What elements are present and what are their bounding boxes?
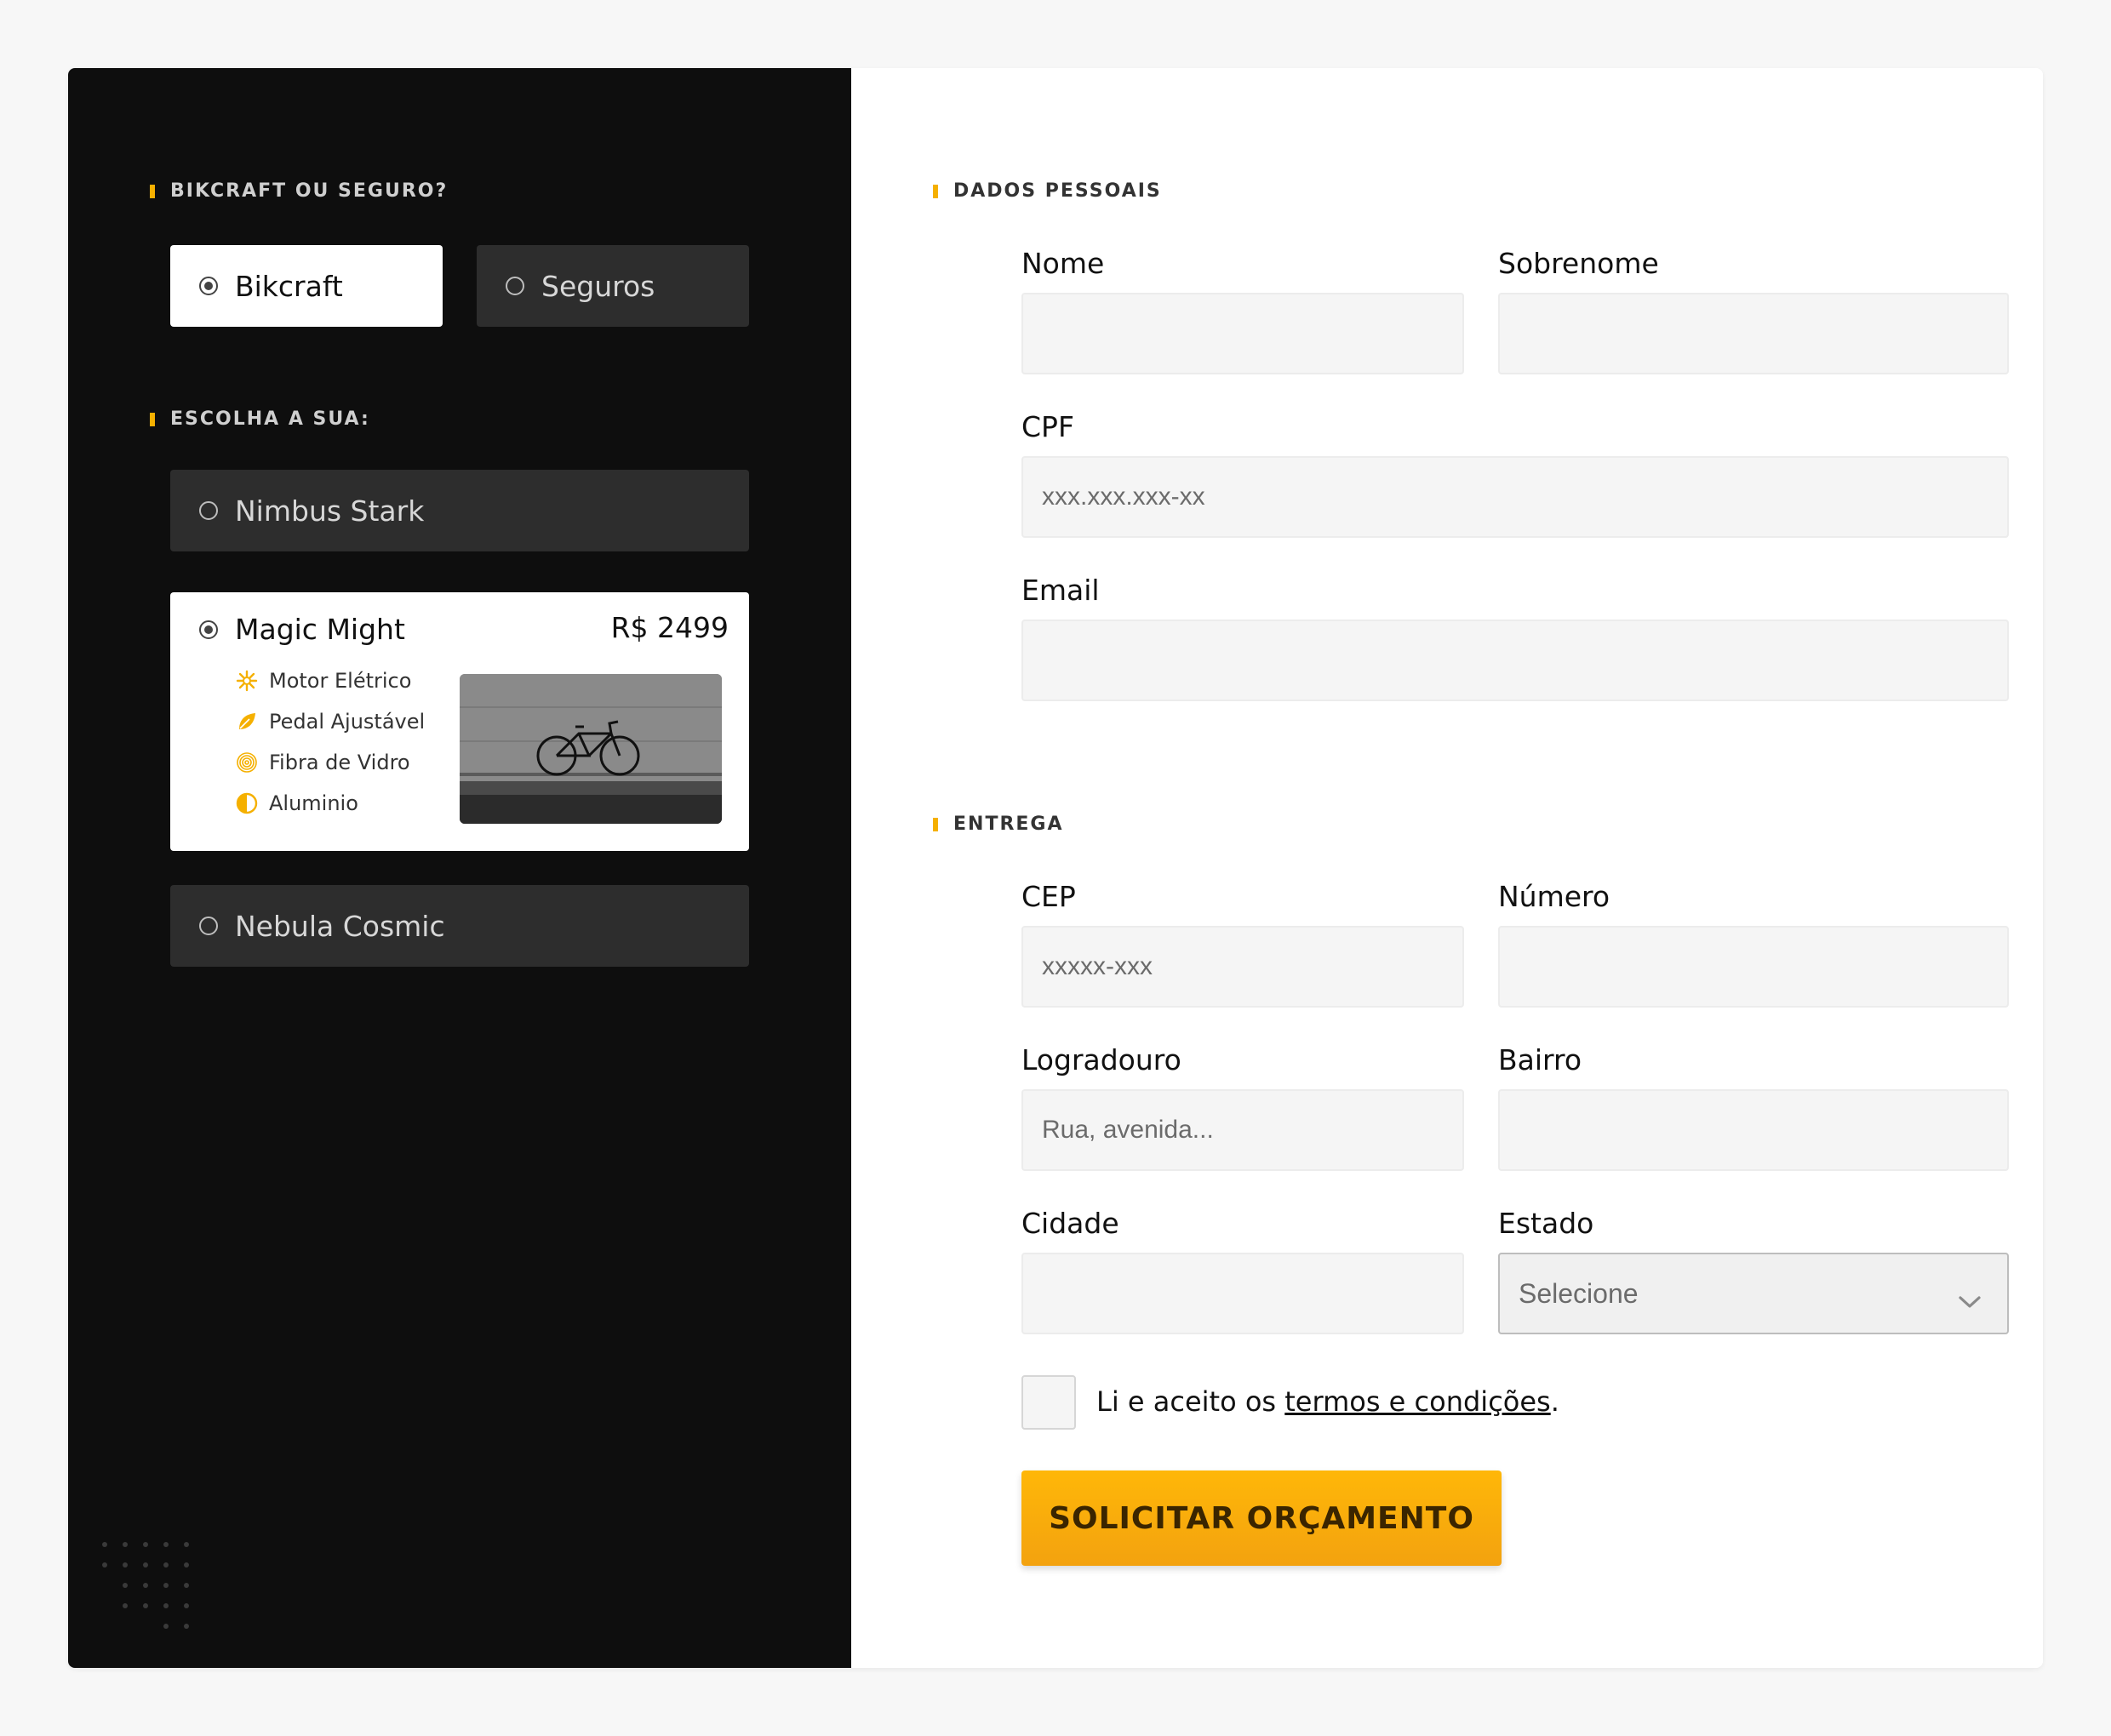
product-magic-might[interactable]: Magic Might R$ 2499 Motor Elétrico Pedal… <box>170 592 749 851</box>
cep-input[interactable] <box>1021 926 1464 1008</box>
sobrenome-input[interactable] <box>1498 293 2009 374</box>
feature-item: Motor Elétrico <box>235 669 411 693</box>
feature-label: Aluminio <box>269 791 358 815</box>
section-heading-personal-text: DADOS PESSOAIS <box>953 180 1162 202</box>
leaf-icon <box>235 710 259 734</box>
section-heading-choose: ESCOLHA A SUA: <box>150 408 370 430</box>
bike-selection-panel: BIKCRAFT OU SEGURO? Bikcraft Seguros ESC… <box>68 68 851 1668</box>
option-seguros[interactable]: Seguros <box>477 245 749 327</box>
terms-suffix: . <box>1550 1385 1559 1418</box>
section-heading-type: BIKCRAFT OU SEGURO? <box>150 180 448 202</box>
radio-selected-icon <box>199 620 218 639</box>
bairro-label: Bairro <box>1498 1043 1582 1076</box>
submit-quote-button[interactable]: SOLICITAR ORÇAMENTO <box>1021 1470 1502 1566</box>
estado-select-value: Selecione <box>1519 1277 1639 1309</box>
quote-form: DADOS PESSOAIS Nome Sobrenome CPF Email … <box>851 68 2043 1668</box>
cep-label: CEP <box>1021 880 1076 913</box>
option-seguros-label: Seguros <box>541 269 655 303</box>
quote-card: BIKCRAFT OU SEGURO? Bikcraft Seguros ESC… <box>68 68 2043 1668</box>
section-heading-delivery: ENTREGA <box>933 814 1064 835</box>
feature-item: Pedal Ajustável <box>235 710 425 734</box>
terms-link[interactable]: termos e condições <box>1284 1385 1550 1418</box>
logradouro-label: Logradouro <box>1021 1043 1181 1076</box>
radio-unselected-icon <box>199 501 218 520</box>
half-circle-icon <box>235 791 259 815</box>
product-nimbus-stark-label: Nimbus Stark <box>235 494 425 528</box>
radio-selected-icon <box>199 277 218 295</box>
sobrenome-label: Sobrenome <box>1498 247 1659 280</box>
product-nimbus-stark[interactable]: Nimbus Stark <box>170 470 749 551</box>
radio-unselected-icon <box>199 917 218 935</box>
product-nebula-cosmic-label: Nebula Cosmic <box>235 909 445 943</box>
feature-label: Pedal Ajustável <box>269 710 426 734</box>
estado-select[interactable]: Selecione <box>1498 1253 2009 1334</box>
terms-text: Li e aceito os termos e condições. <box>1096 1385 1559 1418</box>
accent-bar <box>933 817 938 831</box>
cpf-label: CPF <box>1021 410 1074 443</box>
feature-item: Aluminio <box>235 791 358 815</box>
product-price: R$ 2499 <box>610 611 729 644</box>
option-bikcraft-label: Bikcraft <box>235 269 343 303</box>
email-input[interactable] <box>1021 620 2009 701</box>
feature-label: Fibra de Vidro <box>269 751 410 774</box>
cidade-input[interactable] <box>1021 1253 1464 1334</box>
fingerprint-icon <box>235 751 259 774</box>
numero-label: Número <box>1498 880 1610 913</box>
product-magic-might-label: Magic Might <box>235 613 405 646</box>
logradouro-input[interactable] <box>1021 1089 1464 1171</box>
nome-label: Nome <box>1021 247 1105 280</box>
chevron-down-icon <box>1958 1285 1982 1316</box>
estado-label: Estado <box>1498 1207 1594 1240</box>
nome-input[interactable] <box>1021 293 1464 374</box>
cpf-input[interactable] <box>1021 456 2009 538</box>
terms-prefix: Li e aceito os <box>1096 1385 1285 1418</box>
motor-icon <box>235 669 259 693</box>
product-nebula-cosmic[interactable]: Nebula Cosmic <box>170 885 749 967</box>
cidade-label: Cidade <box>1021 1207 1119 1240</box>
accent-bar <box>150 412 155 426</box>
accent-bar <box>150 184 155 198</box>
section-heading-delivery-text: ENTREGA <box>953 814 1064 835</box>
accent-bar <box>933 184 938 198</box>
bairro-input[interactable] <box>1498 1089 2009 1171</box>
radio-unselected-icon <box>506 277 524 295</box>
bike-photo <box>460 674 722 824</box>
feature-item: Fibra de Vidro <box>235 751 410 774</box>
option-bikcraft[interactable]: Bikcraft <box>170 245 443 327</box>
section-heading-choose-text: ESCOLHA A SUA: <box>170 408 370 430</box>
terms-checkbox[interactable] <box>1021 1375 1076 1430</box>
product-title: Magic Might <box>199 613 405 646</box>
feature-label: Motor Elétrico <box>269 669 412 693</box>
section-heading-type-text: BIKCRAFT OU SEGURO? <box>170 180 449 202</box>
numero-input[interactable] <box>1498 926 2009 1008</box>
email-label: Email <box>1021 574 1100 607</box>
section-heading-personal: DADOS PESSOAIS <box>933 180 1162 202</box>
